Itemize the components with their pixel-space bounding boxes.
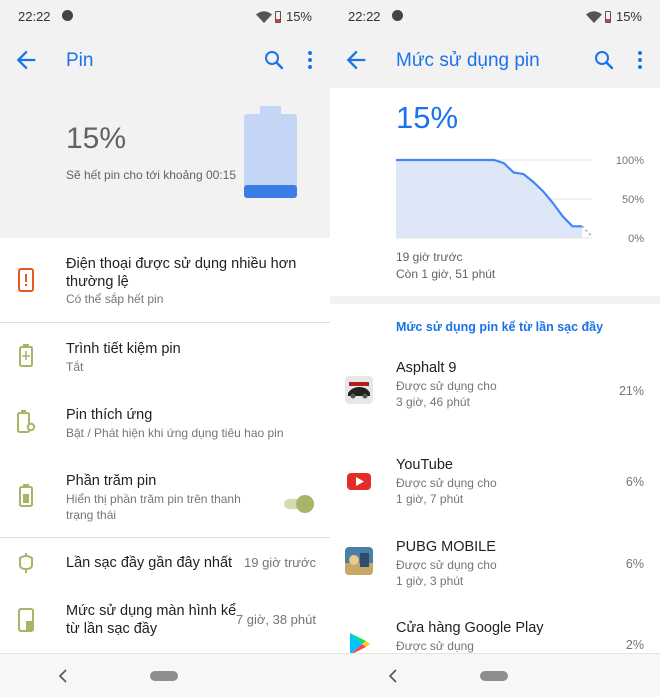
battery-saver-item[interactable]: Trình tiết kiệm pin Tắt bbox=[0, 330, 330, 390]
status-time: 22:22 bbox=[348, 9, 381, 24]
section-header: Mức sử dụng pin kể từ lần sạc đầy bbox=[396, 320, 604, 334]
adaptive-battery-item[interactable]: Pin thích ứng Bật / Phát hiện khi ứng dụ… bbox=[0, 396, 330, 456]
adaptive-battery-icon bbox=[17, 410, 36, 433]
nav-bar bbox=[330, 653, 660, 697]
battery-icon bbox=[19, 484, 33, 507]
divider bbox=[0, 322, 330, 323]
chart-y-tick-label: 0% bbox=[628, 233, 644, 245]
status-battery-text: 15% bbox=[285, 9, 312, 24]
phone-alert-icon bbox=[18, 268, 34, 292]
app-row-pubg[interactable]: PUBG MOBILE Được sử dụng cho 1 giờ, 3 ph… bbox=[330, 539, 660, 595]
battery-percent: 15% bbox=[66, 122, 127, 155]
app-name: Asphalt 9 bbox=[396, 360, 457, 376]
chart-y-ticks: 100% 50% 0% bbox=[616, 155, 644, 245]
app-usage-desc: Được sử dụng cho 1 giờ, 3 phút bbox=[396, 558, 497, 588]
nav-back-icon[interactable] bbox=[54, 666, 72, 686]
app-name: PUBG MOBILE bbox=[396, 539, 496, 555]
app-usage-desc: Được sử dụng cho 3 giờ, 46 phút bbox=[396, 379, 497, 409]
toggle-knob bbox=[296, 495, 314, 513]
nav-home-pill[interactable] bbox=[150, 671, 178, 681]
battery-level-icon bbox=[244, 106, 297, 198]
status-time: 22:22 bbox=[18, 9, 51, 24]
battery-saver-title: Trình tiết kiệm pin bbox=[66, 341, 181, 357]
notification-icon bbox=[392, 10, 403, 21]
high-usage-subtitle: Có thể sắp hết pin bbox=[66, 292, 164, 306]
high-usage-title: Điện thoại được sử dụng nhiều hơn thường… bbox=[66, 256, 297, 290]
nav-back-icon[interactable] bbox=[384, 666, 402, 686]
app-name: YouTube bbox=[396, 457, 453, 473]
status-right: 15% bbox=[585, 9, 642, 24]
status-bar: 22:22 15% bbox=[0, 0, 330, 32]
battery-percentage-subtitle: Hiển thị phần trăm pin trên thanh trạng … bbox=[66, 492, 241, 522]
app-usage-percent: 21% bbox=[618, 384, 644, 398]
battery-percentage-title: Phần trăm pin bbox=[66, 473, 157, 489]
chart-remaining-label: Còn 1 giờ, 51 phút bbox=[396, 267, 496, 281]
app-usage-percent: 6% bbox=[625, 557, 644, 571]
status-battery-text: 15% bbox=[615, 9, 642, 24]
high-usage-item[interactable]: Điện thoại được sử dụng nhiều hơn thường… bbox=[0, 250, 330, 322]
status-bar: 22:22 15% bbox=[330, 0, 660, 32]
nav-bar bbox=[0, 653, 330, 697]
last-full-charge-value: 19 giờ trước bbox=[244, 555, 316, 570]
app-usage-desc: Được sử dụng bbox=[396, 639, 474, 653]
app-usage-percent: 6% bbox=[625, 475, 644, 489]
screen-usage-icon bbox=[18, 608, 34, 632]
wifi-icon bbox=[585, 10, 602, 23]
app-bar: Pin bbox=[0, 32, 330, 88]
app-name: Cửa hàng Google Play bbox=[396, 620, 544, 636]
search-icon[interactable] bbox=[262, 48, 286, 72]
battery-chart: 100% 50% 0% bbox=[396, 155, 644, 245]
more-vert-icon[interactable] bbox=[630, 48, 650, 72]
battery-percentage-toggle[interactable] bbox=[284, 494, 314, 514]
app-row-youtube[interactable]: YouTube Được sử dụng cho 1 giờ, 7 phút 6… bbox=[330, 457, 660, 513]
search-icon[interactable] bbox=[592, 48, 616, 72]
app-usage-percent: 2% bbox=[625, 638, 644, 652]
adaptive-battery-title: Pin thích ứng bbox=[66, 407, 153, 423]
youtube-app-icon bbox=[347, 473, 371, 490]
app-row-asphalt[interactable]: Asphalt 9 Được sử dụng cho 3 giờ, 46 phú… bbox=[330, 360, 660, 426]
battery-saver-icon bbox=[19, 344, 33, 367]
battery-summary: 15% Sẽ hết pin cho tới khoảng 00:15 bbox=[0, 88, 330, 238]
screen-usage-title: Mức sử dụng màn hình kể từ lần sạc đầy bbox=[66, 603, 237, 637]
last-full-charge-item: Lần sạc đầy gần đây nhất 19 giờ trước bbox=[0, 540, 330, 584]
chart-y-tick-label: 100% bbox=[616, 155, 644, 167]
battery-percentage-item[interactable]: Phần trăm pin Hiển thị phần trăm pin trê… bbox=[0, 462, 330, 534]
app-bar: Mức sử dụng pin bbox=[330, 32, 660, 88]
notification-icon bbox=[62, 10, 73, 21]
charging-icon bbox=[19, 553, 33, 573]
page-title: Mức sử dụng pin bbox=[396, 50, 540, 71]
app-usage-desc: Được sử dụng cho 1 giờ, 7 phút bbox=[396, 476, 497, 506]
last-full-charge-title: Lần sạc đầy gần đây nhất bbox=[66, 555, 233, 571]
screen-usage-item: Mức sử dụng màn hình kể từ lần sạc đầy 7… bbox=[0, 594, 330, 650]
asphalt-app-icon bbox=[345, 376, 373, 404]
battery-estimate: Sẽ hết pin cho tới khoảng 00:15 bbox=[66, 168, 236, 182]
adaptive-battery-subtitle: Bật / Phát hiện khi ứng dụng tiêu hao pi… bbox=[66, 426, 284, 440]
chart-projection-line bbox=[581, 225, 593, 238]
back-arrow-icon[interactable] bbox=[342, 46, 370, 74]
battery-screen: 22:22 15% Pin 15% Sẽ hết pin cho tới kho… bbox=[0, 0, 330, 697]
battery-icon bbox=[604, 10, 611, 23]
wifi-icon bbox=[255, 10, 272, 23]
battery-icon bbox=[274, 10, 281, 23]
page-title: Pin bbox=[66, 50, 94, 71]
section-divider bbox=[330, 296, 660, 304]
battery-saver-subtitle: Tắt bbox=[66, 360, 84, 374]
usage-percent: 15% bbox=[396, 100, 459, 135]
pubg-app-icon bbox=[345, 547, 373, 575]
back-arrow-icon[interactable] bbox=[12, 46, 40, 74]
status-right: 15% bbox=[255, 9, 312, 24]
chart-since-label: 19 giờ trước bbox=[396, 250, 463, 264]
screen-usage-value: 7 giờ, 38 phút bbox=[235, 612, 316, 627]
divider bbox=[0, 537, 330, 538]
more-vert-icon[interactable] bbox=[300, 48, 320, 72]
nav-home-pill[interactable] bbox=[480, 671, 508, 681]
chart-y-tick-label: 50% bbox=[622, 194, 644, 206]
battery-usage-screen: 22:22 15% Mức sử dụng pin 15% 100% 50% 0% … bbox=[330, 0, 660, 697]
